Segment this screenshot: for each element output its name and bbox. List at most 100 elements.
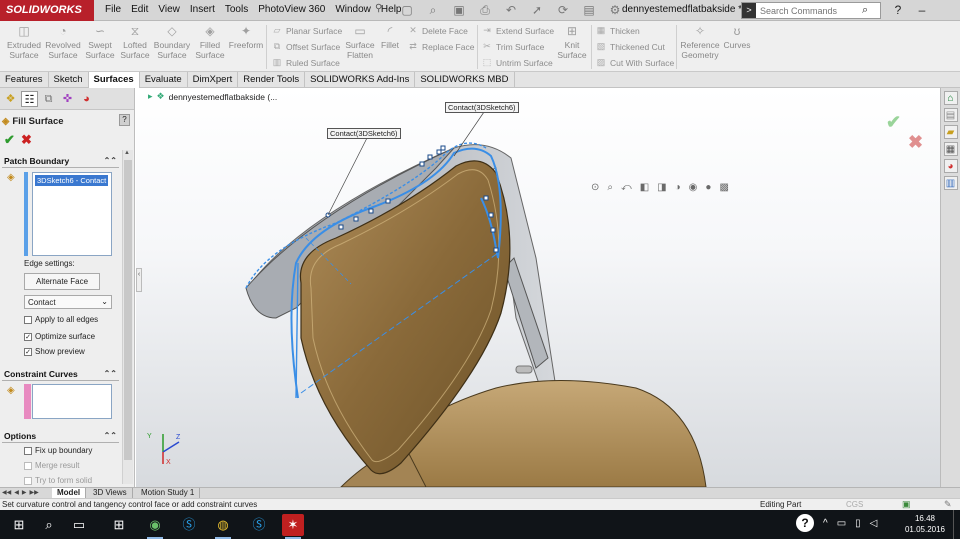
boundary-surface-button[interactable]: ◇ Boundary Surface (153, 24, 191, 60)
confirmation-cancel-icon[interactable]: ✖ (908, 132, 923, 153)
confirmation-ok-icon[interactable]: ✔ (886, 112, 901, 133)
skype-icon[interactable]: Ⓢ (248, 514, 270, 536)
task-view-icon[interactable]: ▭ (68, 514, 90, 536)
hide-show-icon[interactable]: ◉ (689, 182, 698, 193)
print-icon[interactable]: ⎙ (474, 2, 496, 19)
windows-start-icon[interactable]: ⊞ (8, 514, 30, 536)
tab-surfaces[interactable]: Surfaces (88, 72, 140, 88)
status-units[interactable]: CGS (846, 500, 863, 509)
menu-file[interactable]: File (100, 0, 126, 21)
menu-insert[interactable]: Insert (185, 0, 220, 21)
search-input[interactable] (756, 5, 862, 16)
next-tab-icon[interactable]: ▶ (22, 488, 27, 498)
appearance-icon[interactable]: ● (705, 182, 711, 193)
windows-store-icon[interactable]: ⊞ (108, 514, 130, 536)
help-icon[interactable]: ? (796, 514, 814, 532)
section-view-icon[interactable]: ◧ (640, 182, 649, 193)
chrome-icon[interactable]: ◍ (212, 514, 234, 539)
tab-solidworks-addins[interactable]: SOLIDWORKS Add-Ins (305, 72, 416, 88)
display-style-icon[interactable]: ◑ (675, 182, 681, 193)
untrim-surface-button[interactable]: ⬚ Untrim Surface (482, 57, 553, 68)
show-preview-checkbox[interactable]: ✓ Show preview (24, 347, 85, 356)
reference-geometry-button[interactable]: ✧ Reference Geometry (680, 24, 720, 60)
tab-render-tools[interactable]: Render Tools (238, 72, 306, 88)
menu-view[interactable]: View (153, 0, 185, 21)
replace-face-button[interactable]: ⇄ Replace Face (408, 41, 474, 52)
thickened-cut-button[interactable]: ▧ Thickened Cut (596, 41, 665, 52)
selected-boundary-item[interactable]: 3DSketch6 - Contact (35, 175, 109, 186)
swept-surface-button[interactable]: ∽ Swept Surface (84, 24, 116, 60)
ok-check-icon[interactable]: ✔ (4, 132, 15, 148)
rebuild-status-icon[interactable]: ✎ (944, 499, 952, 510)
flyout-feature-tree[interactable]: ▸ ❖ dennyestemedflatbakside (... (148, 91, 277, 102)
menu-photoview[interactable]: PhotoView 360 (253, 0, 330, 21)
expand-icon[interactable]: ▸ (148, 91, 153, 102)
clock[interactable]: 16.48 01.05.2016 (903, 513, 947, 535)
ruled-surface-button[interactable]: ▥ Ruled Surface (272, 57, 340, 68)
fix-up-boundary-checkbox[interactable]: Fix up boundary (24, 446, 92, 455)
try-to-form-solid-checkbox[interactable]: Try to form solid (24, 476, 92, 485)
collapse-icon[interactable]: ⌃⌃ (104, 431, 117, 440)
skype-icon[interactable]: Ⓢ (178, 514, 200, 536)
new-document-icon[interactable]: ▢ (396, 2, 418, 19)
freeform-button[interactable]: ✦ Freeform (228, 24, 264, 50)
scroll-up-icon[interactable]: ▲ (124, 150, 130, 156)
volume-icon[interactable]: ◁ (870, 518, 878, 529)
menu-window[interactable]: Window (330, 0, 376, 21)
display-manager-tab-icon[interactable]: ◕ (78, 91, 95, 107)
extruded-surface-button[interactable]: ◫ Extruded Surface (6, 24, 42, 60)
extend-surface-button[interactable]: ⇥ Extend Surface (482, 25, 554, 36)
patch-boundary-selection-box[interactable]: 3DSketch6 - Contact (32, 172, 112, 256)
rebuild-icon[interactable]: ⟳ (552, 2, 574, 19)
solidworks-logo[interactable]: SOLIDWORKS (0, 0, 94, 21)
search-icon[interactable]: ⌕ (862, 4, 868, 17)
curves-button[interactable]: ʊ Curves (722, 24, 752, 50)
select-icon[interactable]: ➚ (526, 2, 548, 19)
tab-evaluate[interactable]: Evaluate (140, 72, 188, 88)
appearances-icon[interactable]: ◕ (943, 159, 958, 173)
custom-properties-icon[interactable]: ▥ (943, 176, 958, 190)
show-hidden-icons-icon[interactable]: ^ (823, 518, 828, 529)
revolved-surface-button[interactable]: ◔ Revolved Surface (45, 24, 81, 60)
network-icon[interactable]: ▭ (837, 518, 846, 529)
solidworks-resources-icon[interactable]: ⌂ (943, 91, 958, 105)
trim-surface-button[interactable]: ✂ Trim Surface (482, 41, 544, 52)
lofted-surface-button[interactable]: ⧖ Lofted Surface (119, 24, 151, 60)
feature-manager-tab-icon[interactable]: ❖ (2, 91, 19, 107)
patch-boundary-header[interactable]: Patch Boundary ⌃⌃ (2, 156, 119, 168)
tab-features[interactable]: Features (0, 72, 49, 88)
pm-scrollbar[interactable]: ▲ (122, 150, 133, 484)
property-manager-tab-icon[interactable]: ☷ (21, 91, 38, 107)
open-icon[interactable]: ⌕ (422, 2, 444, 19)
alternate-face-button[interactable]: Alternate Face (24, 273, 100, 290)
graphics-area[interactable]: ⊙ ⌕ ⤺ ◧ ◨ ◑ ◉ ● ▩ (136, 88, 940, 487)
view-orientation-icon[interactable]: ◨ (657, 182, 666, 193)
customize-status-icon[interactable]: ▣ (902, 499, 911, 510)
collapse-icon[interactable]: ⌃⌃ (104, 156, 117, 165)
edge-type-select[interactable]: Contact ⌄ (24, 295, 112, 309)
show-desktop-button[interactable] (953, 510, 960, 539)
scrollbar-thumb[interactable] (124, 160, 132, 460)
view-palette-icon[interactable]: ▦ (943, 142, 958, 156)
pin-icon[interactable]: ⚲ (375, 3, 382, 14)
optimize-surface-checkbox[interactable]: ✓ Optimize surface (24, 332, 95, 341)
design-library-icon[interactable]: ▤ (943, 108, 958, 122)
file-explorer-icon[interactable]: ▰ (943, 125, 958, 139)
delete-face-button[interactable]: ✕ Delete Face (408, 25, 468, 36)
app-icon[interactable]: ◉ (144, 514, 166, 539)
save-icon[interactable]: ▣ (448, 2, 470, 19)
fillet-button[interactable]: ◜ Fillet (378, 24, 402, 50)
tab-solidworks-mbd[interactable]: SOLIDWORKS MBD (415, 72, 515, 88)
planar-surface-button[interactable]: ▱ Planar Surface (272, 25, 343, 36)
constraint-curves-header[interactable]: Constraint Curves ⌃⌃ (2, 369, 119, 381)
minimize-icon[interactable]: – (910, 0, 934, 21)
help-dropdown-icon[interactable]: ? (886, 0, 910, 21)
offset-surface-button[interactable]: ⧉ Offset Surface (272, 41, 340, 52)
cut-with-surface-button[interactable]: ▨ Cut With Surface (596, 57, 675, 68)
constraint-curves-selection-box[interactable] (32, 384, 112, 419)
scene-icon[interactable]: ▩ (719, 182, 728, 193)
panel-splitter-handle[interactable]: ‹ (136, 268, 142, 292)
configuration-manager-tab-icon[interactable]: ⧉ (40, 91, 57, 107)
tab-sketch[interactable]: Sketch (49, 72, 89, 88)
filled-surface-button[interactable]: ◈ Filled Surface (195, 24, 225, 60)
